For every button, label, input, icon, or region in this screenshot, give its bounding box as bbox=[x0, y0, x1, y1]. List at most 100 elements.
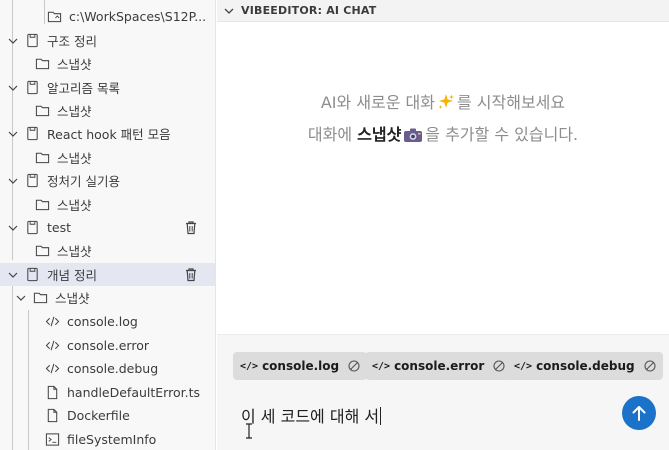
snapshot-chip[interactable]: </> console.log bbox=[233, 352, 368, 380]
terminal-icon bbox=[44, 432, 60, 448]
trash-icon[interactable] bbox=[184, 267, 198, 282]
notebook-icon bbox=[24, 267, 40, 283]
welcome-text: 을 추가할 수 있습니다. bbox=[425, 125, 579, 144]
tree-item-snapshot[interactable]: 스냅샷 bbox=[0, 193, 215, 216]
arrow-up-icon bbox=[632, 406, 646, 421]
chevron-down-icon bbox=[6, 127, 20, 141]
tree-item-label: 스냅샷 bbox=[55, 291, 90, 306]
welcome-text: AI와 새로운 대화 bbox=[320, 93, 435, 112]
folder-link-icon bbox=[46, 9, 62, 25]
code-icon bbox=[44, 338, 60, 354]
chevron-down-icon bbox=[6, 34, 20, 48]
tree-group-label: test bbox=[47, 220, 72, 235]
tree-item-label: 스냅샷 bbox=[57, 244, 92, 259]
code-icon: </> bbox=[240, 360, 259, 372]
chip-label: console.error bbox=[394, 359, 485, 373]
chevron-down-icon bbox=[6, 81, 20, 95]
tree-file[interactable]: Dockerfile bbox=[0, 404, 215, 427]
camera-emoji bbox=[403, 123, 423, 152]
chat-panel-header[interactable]: VIBEEDITOR: AI CHAT bbox=[217, 0, 669, 22]
notebook-icon bbox=[24, 173, 40, 189]
snapshot-tree-sidebar: c:\WorkSpaces\S12P... 구조 정리 스냅샷 알고리즘 목록 … bbox=[0, 0, 216, 450]
tree-file-label: console.error bbox=[67, 338, 150, 353]
tree-item-snapshot[interactable]: 스냅샷 bbox=[0, 99, 215, 122]
folder-icon bbox=[34, 197, 50, 213]
notebook-icon bbox=[24, 126, 40, 142]
tree-item-snapshot[interactable]: 스냅샷 bbox=[0, 52, 215, 75]
chat-panel-title: VIBEEDITOR: AI CHAT bbox=[241, 4, 377, 17]
folder-icon bbox=[34, 150, 50, 166]
folder-icon bbox=[32, 290, 48, 306]
folder-icon bbox=[34, 243, 50, 259]
send-button[interactable] bbox=[622, 396, 656, 430]
tree-item-snapshot[interactable]: 스냅샷 bbox=[0, 239, 215, 262]
code-icon: </> bbox=[514, 360, 533, 372]
folder-icon bbox=[34, 56, 50, 72]
welcome-line-2: 대화에 스냅샷 을 추가할 수 있습니다. bbox=[217, 120, 669, 152]
tree-file[interactable]: console.debug bbox=[0, 357, 215, 380]
tree-file-label: fileSystemInfo bbox=[67, 432, 157, 447]
notebook-icon bbox=[24, 80, 40, 96]
tree-group-5[interactable]: test bbox=[0, 216, 215, 239]
snapshot-chip[interactable]: </> console.error bbox=[365, 352, 513, 380]
snapshot-chip[interactable]: </> console.debug bbox=[507, 352, 663, 380]
file-icon bbox=[44, 408, 60, 424]
chat-input[interactable]: 이 세 코드에 대해 서 bbox=[241, 403, 382, 427]
tree-group-3[interactable]: React hook 패턴 모음 bbox=[0, 122, 215, 145]
tree-group-2[interactable]: 알고리즘 목록 bbox=[0, 76, 215, 99]
tree-item-label: 스냅샷 bbox=[57, 57, 92, 72]
remove-chip-icon[interactable] bbox=[348, 360, 360, 372]
tree-file-label: console.debug bbox=[67, 361, 159, 376]
tree-file[interactable]: console.error bbox=[0, 334, 215, 357]
code-icon bbox=[44, 361, 60, 377]
welcome-message: AI와 새로운 대화 를 시작해보세요 대화에 스냅샷 을 추가할 수 있습니다. bbox=[217, 88, 669, 152]
tree-group-label: 구조 정리 bbox=[47, 34, 97, 49]
chevron-down-icon bbox=[6, 221, 20, 235]
trash-icon[interactable] bbox=[184, 220, 198, 235]
chip-label: console.log bbox=[262, 359, 340, 373]
tree-item-path[interactable]: c:\WorkSpaces\S12P... bbox=[0, 5, 215, 28]
ai-chat-panel: VIBEEDITOR: AI CHAT AI와 새로운 대화 를 시작해보세요 대… bbox=[217, 0, 669, 450]
tree-file-label: console.log bbox=[67, 314, 138, 329]
tree-group-1[interactable]: 구조 정리 bbox=[0, 29, 215, 52]
chat-input-value: 이 세 코드에 대해 서 bbox=[241, 407, 380, 426]
chevron-down-icon bbox=[14, 291, 28, 305]
tree-item-snapshot-expanded[interactable]: 스냅샷 bbox=[0, 286, 215, 309]
chevron-down-icon bbox=[6, 174, 20, 188]
tree-group-label: React hook 패턴 모음 bbox=[47, 127, 171, 142]
remove-chip-icon[interactable] bbox=[644, 360, 656, 372]
tree-item-label: 스냅샷 bbox=[57, 104, 92, 119]
tree-file-label: Dockerfile bbox=[67, 408, 130, 423]
tree-group-label: 정처기 실기용 bbox=[47, 174, 120, 189]
chevron-down-icon bbox=[224, 8, 234, 14]
code-icon bbox=[44, 314, 60, 330]
welcome-highlight: 스냅샷 bbox=[357, 125, 402, 144]
tree-group-4[interactable]: 정처기 실기용 bbox=[0, 169, 215, 192]
welcome-text: 대화에 bbox=[307, 125, 358, 144]
text-cursor-icon bbox=[246, 423, 252, 439]
tree-file[interactable]: handleDefaultError.ts bbox=[0, 381, 215, 404]
tree-item-label: 스냅샷 bbox=[57, 151, 92, 166]
remove-chip-icon[interactable] bbox=[493, 360, 505, 372]
tree-item-label: 스냅샷 bbox=[57, 198, 92, 213]
tree-item-label: c:\WorkSpaces\S12P... bbox=[69, 9, 207, 24]
chevron-down-icon bbox=[6, 268, 20, 282]
folder-icon bbox=[34, 103, 50, 119]
file-icon bbox=[44, 385, 60, 401]
tree-group-label: 개념 정리 bbox=[47, 268, 97, 283]
text-caret bbox=[380, 407, 382, 425]
notebook-icon bbox=[24, 220, 40, 236]
tree-group-label: 알고리즘 목록 bbox=[47, 81, 120, 96]
sparkles-emoji bbox=[437, 91, 455, 120]
chip-label: console.debug bbox=[536, 359, 635, 373]
tree-group-6[interactable]: 개념 정리 bbox=[0, 263, 215, 286]
chat-composer: </> console.log </> console.error </> co… bbox=[217, 334, 669, 450]
tree-item-snapshot[interactable]: 스냅샷 bbox=[0, 146, 215, 169]
tree-file-label: handleDefaultError.ts bbox=[67, 385, 200, 400]
notebook-icon bbox=[24, 33, 40, 49]
tree-file[interactable]: fileSystemInfo bbox=[0, 428, 215, 450]
code-icon: </> bbox=[372, 360, 391, 372]
welcome-line-1: AI와 새로운 대화 를 시작해보세요 bbox=[217, 88, 669, 120]
welcome-text: 를 시작해보세요 bbox=[457, 93, 566, 112]
tree-file[interactable]: console.log bbox=[0, 310, 215, 333]
